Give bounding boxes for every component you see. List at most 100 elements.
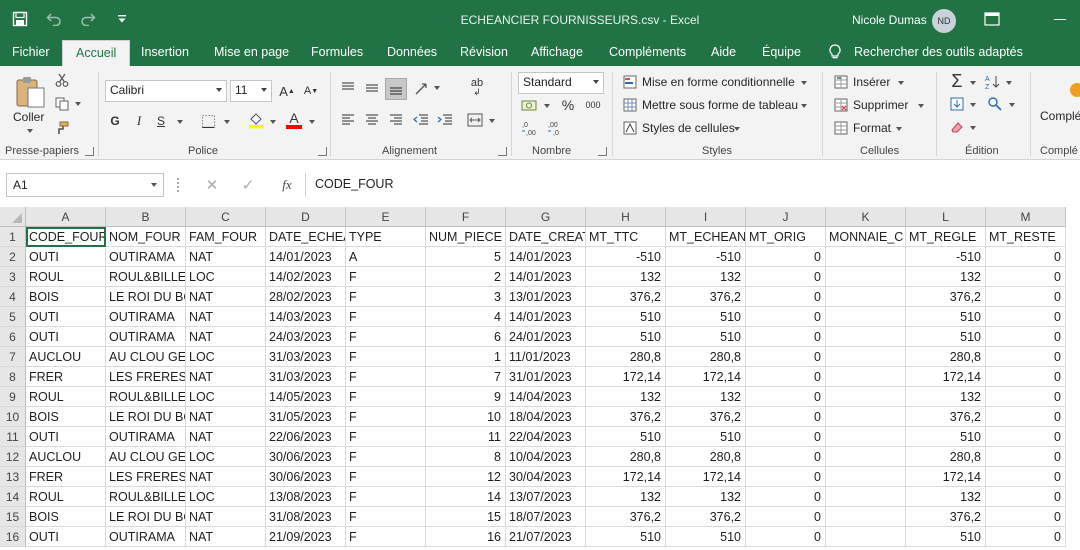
table-cell[interactable]: 10/04/2023 — [506, 447, 586, 467]
table-cell[interactable]: 18/07/2023 — [506, 507, 586, 527]
table-cell[interactable]: 376,2 — [666, 507, 746, 527]
table-cell[interactable]: 14/02/2023 — [266, 267, 346, 287]
table-cell[interactable] — [826, 527, 906, 547]
font-name-select[interactable]: Calibri — [105, 80, 227, 102]
fill-color-icon[interactable] — [247, 110, 265, 130]
table-cell[interactable]: 280,8 — [906, 347, 986, 367]
table-cell[interactable]: 0 — [746, 487, 826, 507]
row-header[interactable]: 8 — [0, 367, 26, 387]
table-cell[interactable]: 0 — [986, 307, 1066, 327]
align-middle-icon[interactable] — [364, 80, 380, 96]
row-header[interactable]: 14 — [0, 487, 26, 507]
table-cell[interactable]: FRER — [26, 467, 106, 487]
table-cell[interactable]: 280,8 — [906, 447, 986, 467]
table-cell[interactable] — [826, 347, 906, 367]
table-cell[interactable]: 510 — [666, 307, 746, 327]
table-cell[interactable]: 376,2 — [666, 287, 746, 307]
row-header[interactable]: 4 — [0, 287, 26, 307]
table-cell[interactable]: 132 — [586, 387, 666, 407]
column-header-a[interactable]: A — [26, 207, 106, 227]
insert-cells-button[interactable]: Insérer — [853, 75, 890, 89]
sort-filter-dropdown-icon[interactable] — [1006, 81, 1012, 85]
header-cell[interactable]: MONNAIE_C — [826, 227, 906, 247]
align-center-icon[interactable] — [364, 112, 380, 128]
table-cell[interactable]: LOC — [186, 487, 266, 507]
tab-complements[interactable]: Compléments — [609, 45, 686, 59]
row-header[interactable]: 12 — [0, 447, 26, 467]
table-cell[interactable]: NAT — [186, 247, 266, 267]
number-format-select[interactable]: Standard — [518, 72, 604, 94]
table-cell[interactable]: 6 — [426, 327, 506, 347]
table-cell[interactable]: 13/08/2023 — [266, 487, 346, 507]
row-header[interactable]: 15 — [0, 507, 26, 527]
align-bottom-icon[interactable] — [385, 78, 407, 100]
font-launcher-icon[interactable] — [318, 147, 327, 156]
row-header[interactable]: 6 — [0, 327, 26, 347]
insert-cells-dropdown-icon[interactable] — [898, 81, 904, 85]
table-cell[interactable]: 13/07/2023 — [506, 487, 586, 507]
table-cell[interactable]: NAT — [186, 507, 266, 527]
table-cell[interactable]: OUTIRAMA — [106, 247, 186, 267]
cell-styles-dropdown-icon[interactable] — [734, 127, 740, 131]
table-cell[interactable]: BOIS — [26, 287, 106, 307]
table-cell[interactable]: AU CLOU GEA — [106, 347, 186, 367]
row-header[interactable]: 5 — [0, 307, 26, 327]
table-cell[interactable]: 8 — [426, 447, 506, 467]
table-cell[interactable]: 9 — [426, 387, 506, 407]
table-cell[interactable]: 21/09/2023 — [266, 527, 346, 547]
format-cells-button[interactable]: Format — [853, 121, 891, 135]
table-cell[interactable]: A — [346, 247, 426, 267]
delete-cells-icon[interactable] — [833, 97, 849, 113]
table-cell[interactable]: 0 — [986, 327, 1066, 347]
column-header-f[interactable]: F — [426, 207, 506, 227]
bold-button[interactable]: G — [108, 112, 122, 130]
table-cell[interactable]: OUTIRAMA — [106, 327, 186, 347]
header-cell[interactable]: NOM_FOUR — [106, 227, 186, 247]
table-cell[interactable]: 0 — [986, 487, 1066, 507]
table-cell[interactable]: LE ROI DU BC — [106, 507, 186, 527]
table-cell[interactable]: F — [346, 487, 426, 507]
table-cell[interactable]: 510 — [906, 327, 986, 347]
tab-mise-en-page[interactable]: Mise en page — [214, 45, 289, 59]
copy-dropdown-icon[interactable] — [75, 102, 81, 106]
table-cell[interactable]: 13/01/2023 — [506, 287, 586, 307]
table-cell[interactable]: 0 — [746, 527, 826, 547]
table-cell[interactable]: 2 — [426, 267, 506, 287]
table-cell[interactable]: 510 — [906, 427, 986, 447]
table-cell[interactable]: 0 — [746, 287, 826, 307]
clipboard-launcher-icon[interactable] — [85, 147, 94, 156]
table-cell[interactable]: 172,14 — [666, 367, 746, 387]
insert-cells-icon[interactable] — [833, 74, 849, 90]
table-cell[interactable]: F — [346, 427, 426, 447]
table-cell[interactable]: 4 — [426, 307, 506, 327]
table-cell[interactable]: NAT — [186, 367, 266, 387]
table-cell[interactable]: 0 — [746, 467, 826, 487]
table-cell[interactable]: 280,8 — [586, 447, 666, 467]
conditional-formatting-button[interactable]: Mise en forme conditionnelle — [642, 75, 795, 89]
table-cell[interactable]: 24/01/2023 — [506, 327, 586, 347]
decrease-decimal-icon[interactable]: ,00,0 — [546, 119, 564, 137]
clear-icon[interactable] — [949, 119, 965, 135]
table-cell[interactable]: 0 — [986, 247, 1066, 267]
table-cell[interactable]: NAT — [186, 467, 266, 487]
header-cell[interactable]: MT_RESTE — [986, 227, 1066, 247]
table-cell[interactable]: 172,14 — [906, 467, 986, 487]
tell-me-search[interactable]: Rechercher des outils adaptés — [854, 45, 1023, 59]
table-cell[interactable]: 376,2 — [906, 507, 986, 527]
table-cell[interactable]: 14/01/2023 — [506, 247, 586, 267]
table-cell[interactable]: 510 — [586, 307, 666, 327]
table-cell[interactable]: 31/05/2023 — [266, 407, 346, 427]
table-cell[interactable]: 31/03/2023 — [266, 367, 346, 387]
table-cell[interactable]: F — [346, 507, 426, 527]
table-cell[interactable] — [826, 487, 906, 507]
table-cell[interactable]: ROUL&BILLE — [106, 387, 186, 407]
header-cell[interactable]: DATE_CREAT — [506, 227, 586, 247]
table-cell[interactable]: 0 — [986, 347, 1066, 367]
conditional-formatting-dropdown-icon[interactable] — [801, 81, 807, 85]
header-cell[interactable]: MT_REGLE — [906, 227, 986, 247]
merge-center-icon[interactable] — [466, 112, 484, 128]
align-right-icon[interactable] — [388, 112, 404, 128]
table-cell[interactable]: LOC — [186, 347, 266, 367]
column-header-d[interactable]: D — [266, 207, 346, 227]
table-cell[interactable] — [826, 467, 906, 487]
